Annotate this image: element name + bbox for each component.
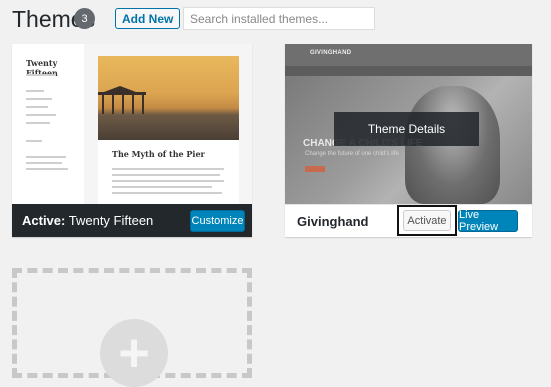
screenshot-nav [285,66,532,76]
screenshot-post-title: The Myth of the Pier [112,149,205,159]
active-theme-label: Active: Twenty Fifteen [22,213,153,228]
search-input[interactable] [183,7,375,30]
pier-icon [98,86,146,114]
theme-screenshot[interactable]: GIVINGHAND CHANGE A CHILD'S LIFE Change … [285,44,532,204]
text-line [26,162,62,164]
screenshot-cta [305,166,325,172]
add-new-button[interactable]: Add New [115,8,181,29]
screenshot-subline: Change the future of one child's life [305,151,399,157]
screenshot-post: The Myth of the Pier [98,56,239,204]
text-line [26,74,56,76]
text-line [112,174,220,176]
customize-button[interactable]: Customize [190,210,245,232]
text-line [26,114,56,116]
active-prefix: Active: [22,213,66,228]
text-line [112,192,222,194]
theme-screenshot[interactable]: Twenty Fifteen The Myth of the Pier [12,44,252,204]
plus-icon: + [100,319,168,387]
text-line [26,140,42,142]
theme-card-footer: Givinghand Activate Live Preview [285,204,532,237]
theme-card-givinghand[interactable]: GIVINGHAND CHANGE A CHILD'S LIFE Change … [285,44,532,237]
text-line [26,90,44,92]
text-line [112,186,212,188]
theme-card-twenty-fifteen[interactable]: Twenty Fifteen The Myth of the Pier Acti… [12,44,252,237]
live-preview-button[interactable]: Live Preview [458,209,518,233]
theme-count-badge: 3 [74,8,95,29]
text-line [26,168,68,170]
screenshot-topbar: GIVINGHAND [285,44,532,66]
theme-card-footer: Active: Twenty Fifteen Customize [12,204,252,237]
theme-name: Twenty Fifteen [68,213,154,228]
activate-button[interactable]: Activate [403,210,451,231]
screenshot-sidebar: Twenty Fifteen [12,44,84,204]
theme-name: Givinghand [297,214,369,229]
text-line [112,168,224,170]
text-line [112,180,224,182]
screenshot-logo: GIVINGHAND [310,50,352,56]
text-line [26,122,50,124]
text-line [26,156,66,158]
text-line [26,106,48,108]
theme-details-overlay[interactable]: Theme Details [334,112,479,146]
text-line [26,98,52,100]
add-new-theme-tile[interactable]: + [12,268,252,387]
pier-photo [98,56,239,140]
